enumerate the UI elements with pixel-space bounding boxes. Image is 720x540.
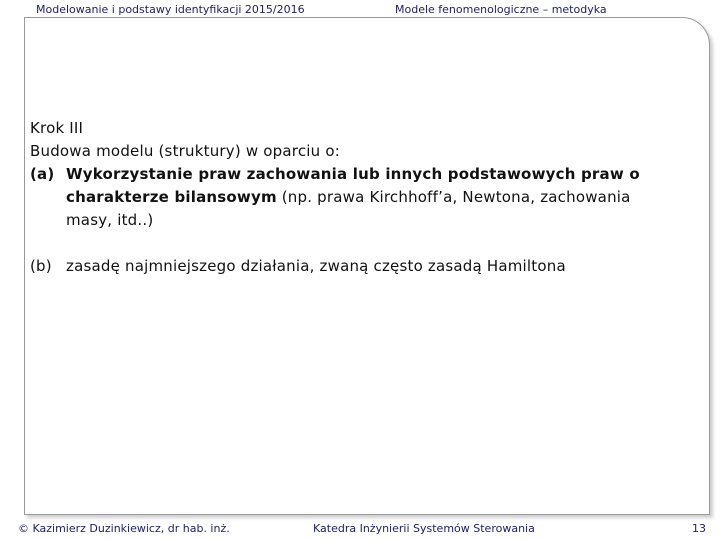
list-marker-a: (a): [30, 165, 55, 183]
header-course-title: Modelowanie i podstawy identyfikacji 201…: [36, 3, 305, 16]
list-text-b: zasadę najmniejszego działania, zwaną cz…: [66, 257, 566, 275]
footer-department: Katedra Inżynierii Systemów Sterowania: [313, 522, 535, 535]
list-text-a: Wykorzystanie praw zachowania lub innych…: [66, 163, 666, 232]
page-number: 13: [692, 522, 706, 535]
footer-author: © Kazimierz Duzinkiewicz, dr hab. inż.: [18, 522, 230, 535]
list-item-a: (a) Wykorzystanie praw zachowania lub in…: [30, 163, 690, 232]
list-item-b: (b) zasadę najmniejszego działania, zwan…: [30, 255, 690, 278]
list-marker-b: (b): [30, 257, 52, 275]
intro-text: Budowa modelu (struktury) w oparciu o:: [30, 142, 340, 160]
step-title: Krok III: [30, 119, 84, 137]
header-topic-title: Modele fenomenologiczne – metodyka: [395, 3, 607, 16]
slide-content: Krok III Budowa modelu (struktury) w opa…: [30, 117, 690, 278]
